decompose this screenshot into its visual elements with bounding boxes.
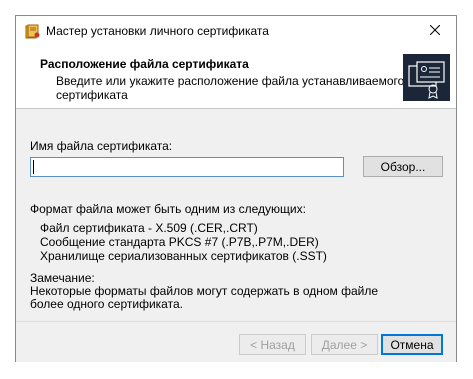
back-button[interactable]: < Назад xyxy=(239,334,306,355)
page-title: Расположение файла сертификата xyxy=(40,57,249,71)
next-button[interactable]: Далее > xyxy=(311,334,378,355)
title-bar: Мастер установки личного сертификата xyxy=(16,16,456,46)
wizard-header: Расположение файла сертификата Введите и… xyxy=(16,46,456,109)
cancel-button[interactable]: Отмена xyxy=(381,334,443,355)
wizard-footer: < Назад Далее > Отмена xyxy=(16,321,456,362)
text-cursor xyxy=(33,160,34,174)
format-item: Хранилище сериализованных сертификатов (… xyxy=(40,249,327,263)
file-name-input[interactable] xyxy=(30,157,344,177)
wizard-window: Мастер установки личного сертификата Рас… xyxy=(15,15,457,362)
note-title: Замечание: xyxy=(30,271,95,285)
file-name-label: Имя файла сертификата: xyxy=(30,139,173,153)
browse-button[interactable]: Обзор... xyxy=(363,156,443,177)
note-line: более одного сертификата. xyxy=(30,297,183,311)
certificate-app-icon xyxy=(25,24,41,39)
close-icon xyxy=(429,24,441,38)
page-subtitle: Введите или укажите расположение файла у… xyxy=(56,74,405,102)
certificate-wizard-icon xyxy=(403,54,450,101)
formats-intro: Формат файла может быть одним из следующ… xyxy=(30,202,306,216)
note-line: Некоторые форматы файлов могут содержать… xyxy=(30,284,379,298)
format-item: Файл сертификата - X.509 (.CER,.CRT) xyxy=(40,221,258,235)
wizard-content: Имя файла сертификата: Обзор... Формат ф… xyxy=(16,109,456,321)
format-item: Сообщение стандарта PKCS #7 (.P7B,.P7M,.… xyxy=(40,235,319,249)
close-button[interactable] xyxy=(414,16,456,46)
window-title: Мастер установки личного сертификата xyxy=(46,24,269,38)
